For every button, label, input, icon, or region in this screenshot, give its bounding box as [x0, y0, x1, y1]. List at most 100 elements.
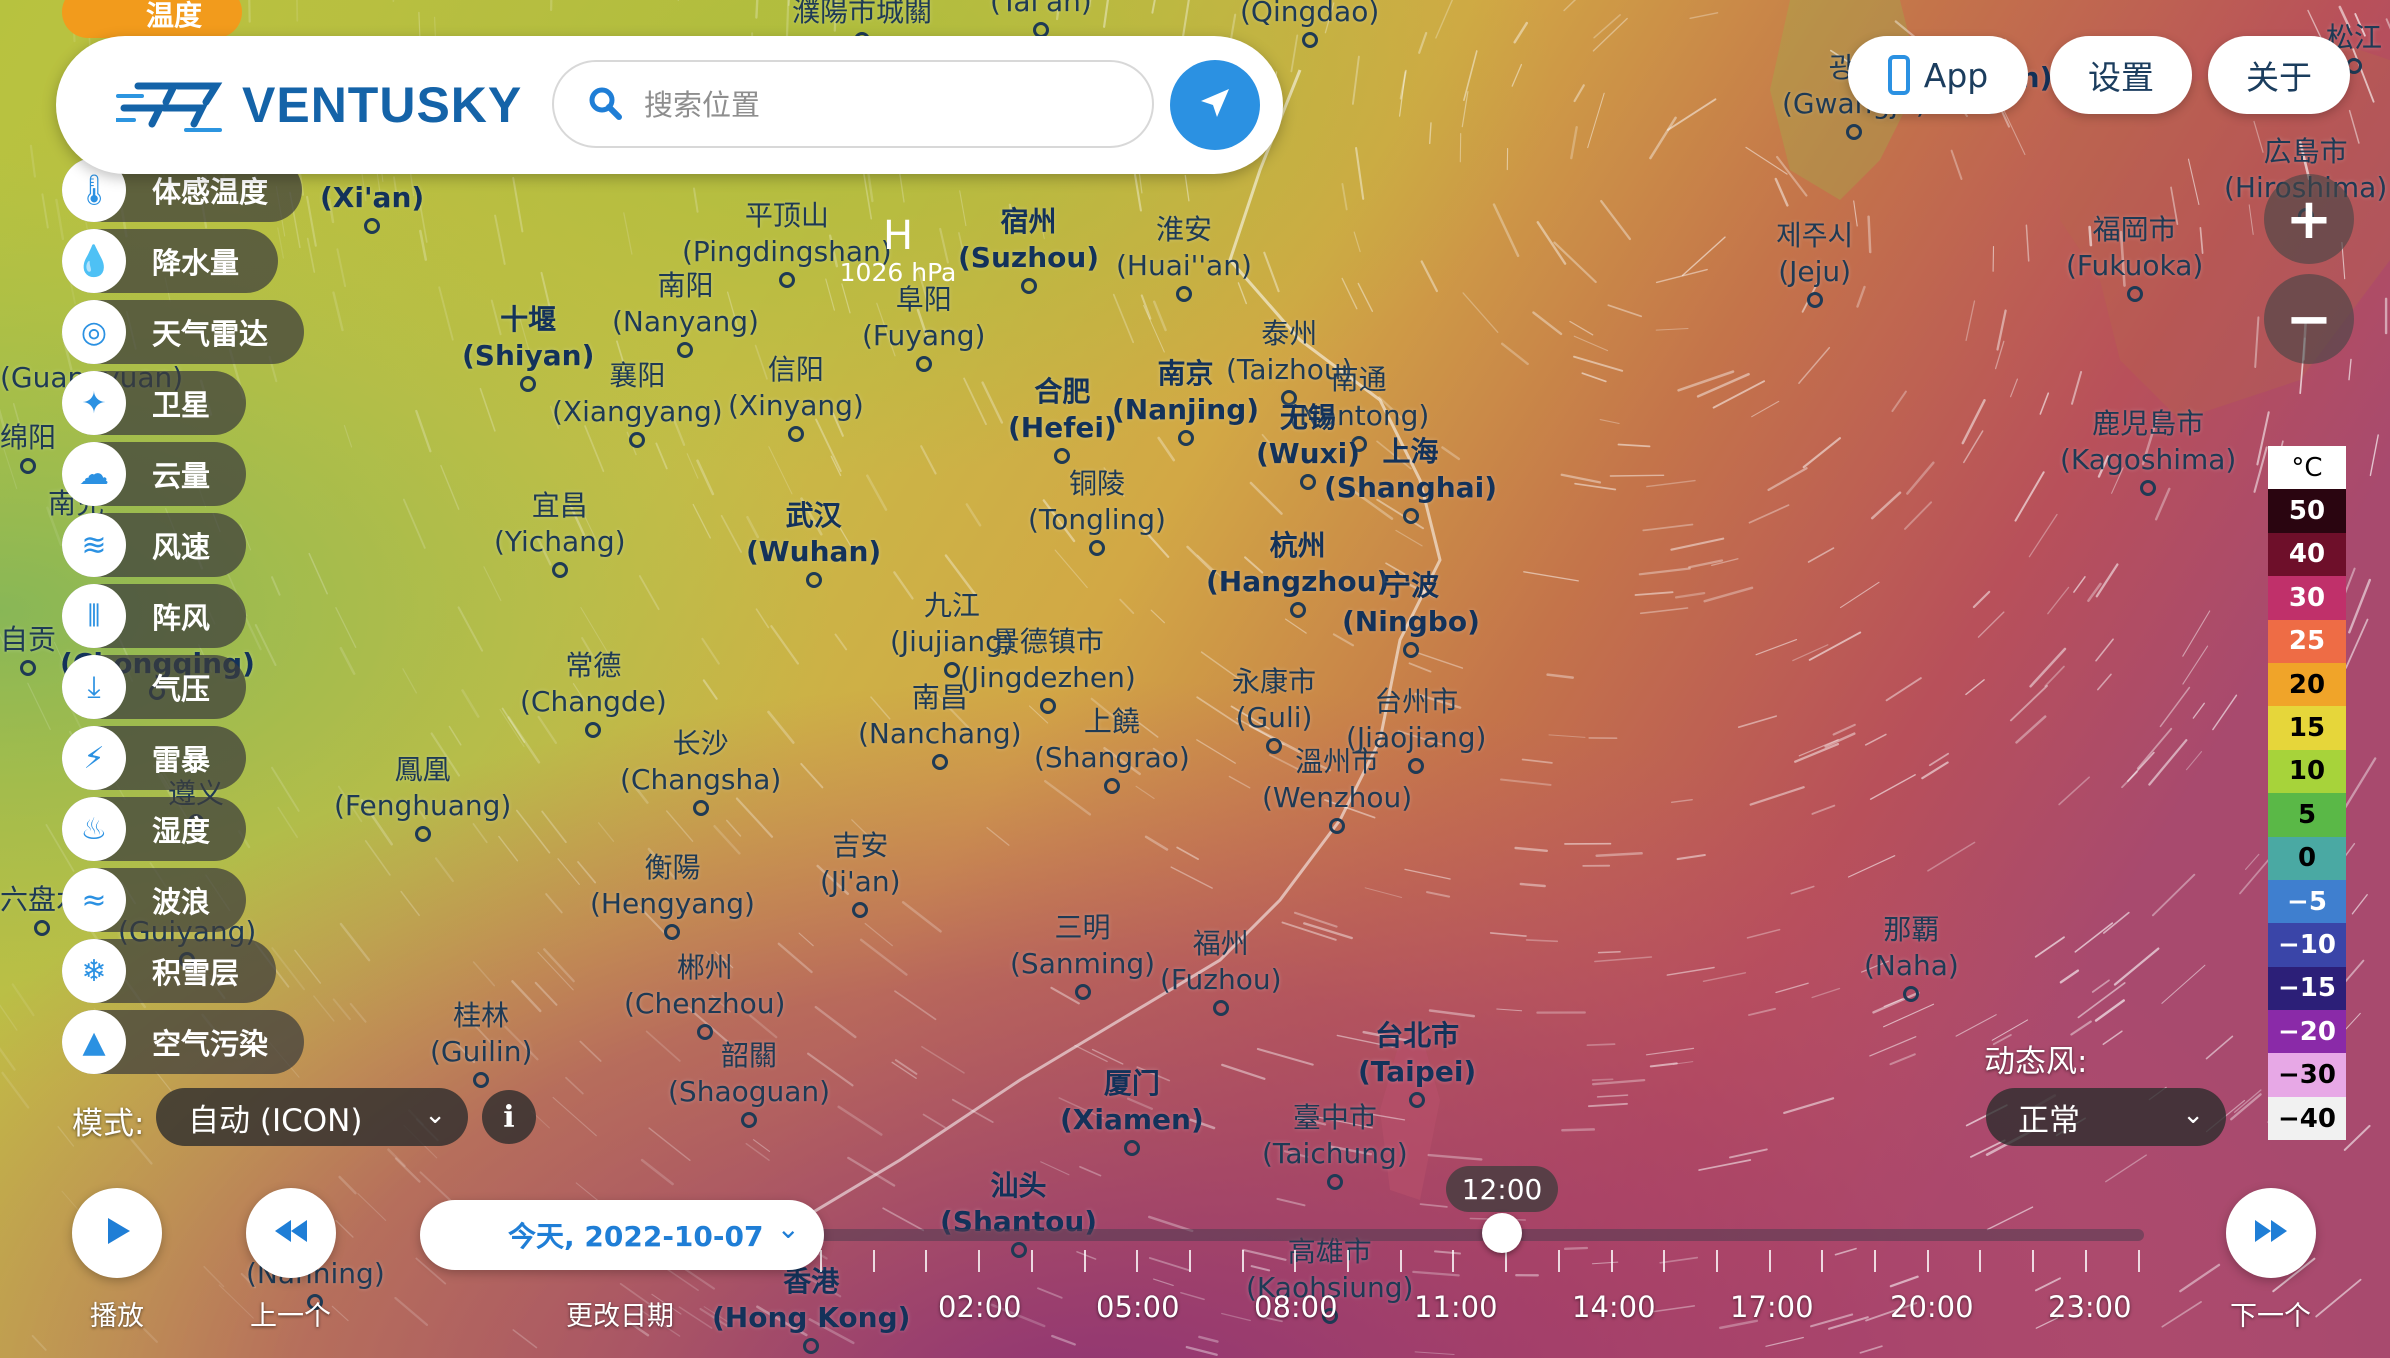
next-button[interactable] [2226, 1188, 2316, 1278]
city-name-local: 宁波 [1382, 569, 1439, 602]
layer-temperature-partial[interactable]: 温度 [62, 0, 242, 38]
search-box[interactable] [552, 60, 1154, 148]
city-label[interactable]: 鳳凰 (Fenghuang) [334, 752, 511, 842]
timeline-track[interactable] [800, 1229, 2144, 1241]
timeline-tick [1347, 1250, 1349, 1272]
city-name-local: 长沙 [672, 727, 729, 760]
search-icon [588, 86, 624, 126]
city-label[interactable]: 宿州 (Suzhou) [958, 204, 1099, 294]
snowflake-icon: ❄ [62, 939, 126, 1003]
city-marker [1175, 286, 1192, 302]
about-button[interactable]: 关于 [2208, 36, 2350, 114]
city-marker [805, 572, 822, 588]
city-label[interactable]: 台北市 (Taipei) [1358, 1018, 1476, 1108]
city-name-local: 宜昌 [531, 489, 588, 522]
city-label[interactable]: 衡陽 (Hengyang) [590, 850, 755, 940]
city-label[interactable]: 吉安 (Ji'an) [820, 828, 901, 918]
city-label[interactable]: 上饒 (Shangrao) [1034, 704, 1190, 794]
settings-button[interactable]: 设置 [2050, 36, 2192, 114]
city-label[interactable]: (Qingdao) [1240, 0, 1379, 48]
zoom-out-button[interactable]: − [2264, 274, 2354, 364]
layer-item[interactable]: ⤓ 气压 [62, 655, 246, 719]
city-label[interactable]: 桂林 (Guilin) [430, 998, 532, 1088]
city-label[interactable]: 제주시 (Jeju) [1776, 218, 1853, 308]
wind-icon: ≋ [62, 513, 126, 577]
layer-item[interactable]: 💧 降水量 [62, 229, 278, 293]
city-label[interactable]: 南阳 (Nanyang) [612, 268, 759, 358]
city-label[interactable]: 汕头 (Shantou) [940, 1168, 1097, 1258]
legend-entry: −30 [2268, 1053, 2346, 1097]
city-marker [1020, 278, 1037, 294]
logo[interactable]: VENTUSKY [116, 74, 522, 136]
timeline-tick [1716, 1250, 1718, 1272]
play-button[interactable] [72, 1188, 162, 1278]
layer-item[interactable]: ☁ 云量 [62, 442, 246, 506]
city-label[interactable]: (Xi'an) [320, 180, 424, 234]
city-label[interactable]: 南昌 (Nanchang) [858, 680, 1022, 770]
city-marker [364, 218, 381, 234]
timeline-tick [1558, 1250, 1560, 1272]
city-name-local: 福岡市 [2092, 213, 2177, 246]
city-label[interactable]: 武汉 (Wuhan) [746, 498, 881, 588]
city-label[interactable]: 自贡 [0, 622, 56, 676]
date-picker[interactable]: 今天, 2022-10-07 ⌄ [420, 1200, 824, 1270]
city-label[interactable]: 福州 (Fuzhou) [1160, 926, 1282, 1016]
city-label[interactable]: 韶關 (Shaoguan) [668, 1038, 830, 1128]
timeline-hour-label: 17:00 [1730, 1290, 1814, 1324]
city-label[interactable]: 溫州市 (Wenzhou) [1262, 744, 1412, 834]
city-marker [1329, 818, 1346, 834]
city-label[interactable]: 襄阳 (Xiangyang) [552, 358, 723, 448]
city-label[interactable]: 长沙 (Changsha) [620, 726, 781, 816]
city-label[interactable]: 厦门 (Xiamen) [1060, 1066, 1204, 1156]
city-label[interactable]: 鹿児島市 (Kagoshima) [2060, 406, 2236, 496]
city-label[interactable]: 宜昌 (Yichang) [494, 488, 626, 578]
city-label[interactable]: 三明 (Sanming) [1010, 910, 1155, 1000]
layer-item[interactable]: ≈ 波浪 [62, 868, 246, 932]
city-label[interactable]: 铜陵 (Tongling) [1028, 466, 1166, 556]
city-marker [1300, 474, 1317, 490]
city-label[interactable]: 郴州 (Chenzhou) [624, 950, 785, 1040]
layer-item[interactable]: ▲ 空气污染 [62, 1010, 304, 1074]
model-info-button[interactable]: i [482, 1090, 536, 1144]
city-label[interactable]: (Tai'an) [990, 0, 1092, 38]
app-button[interactable]: App [1848, 36, 2028, 114]
city-label[interactable]: 绵阳 [0, 420, 56, 474]
city-label[interactable]: 宁波 (Ningbo) [1342, 568, 1480, 658]
search-input[interactable] [642, 74, 1126, 136]
timeline-tick [2085, 1250, 2087, 1272]
city-name-latin: (Ji'an) [820, 865, 901, 898]
city-name-latin: (Fenghuang) [334, 789, 512, 822]
zoom-in-button[interactable]: + [2264, 174, 2354, 264]
city-label[interactable]: 香港 (Hong Kong) [712, 1264, 910, 1354]
city-label[interactable]: 永康市 (Guli) [1232, 664, 1316, 754]
city-name-local: 杭州 [1269, 529, 1326, 562]
city-name-latin: (Qingdao) [1240, 0, 1380, 28]
layer-item[interactable]: ⚡ 雷暴 [62, 726, 246, 790]
layer-item[interactable]: ✦ 卫星 [62, 371, 246, 435]
city-name-latin: (Nanchang) [858, 717, 1022, 750]
city-label[interactable]: 福岡市 (Fukuoka) [2066, 212, 2203, 302]
city-name-local: 溫州市 [1295, 745, 1380, 778]
city-name-local: 衡陽 [644, 851, 701, 884]
previous-button[interactable] [246, 1188, 336, 1278]
city-label[interactable]: 信阳 (Xinyang) [728, 352, 864, 442]
city-label[interactable]: 常德 (Changde) [520, 648, 667, 738]
timeline-handle[interactable] [1482, 1213, 1522, 1253]
city-label[interactable]: 阜阳 (Fuyang) [862, 282, 985, 372]
city-label[interactable]: 上海 (Shanghai) [1324, 434, 1497, 524]
layer-item[interactable]: ◎ 天气雷达 [62, 300, 304, 364]
city-label[interactable]: 淮安 (Huai''an) [1116, 212, 1252, 302]
city-label[interactable]: 合肥 (Hefei) [1008, 374, 1117, 464]
city-name-latin: (Wuhan) [746, 535, 882, 568]
waves-icon: ≈ [62, 868, 126, 932]
layer-item[interactable]: ⦀ 阵风 [62, 584, 246, 648]
layer-item[interactable]: ❄ 积雪层 [62, 939, 276, 1003]
layer-item[interactable]: ♨ 湿度 [62, 797, 246, 861]
dynamic-wind-select[interactable]: 正常 ⌄ [1986, 1088, 2226, 1146]
city-label[interactable]: 臺中市 (Taichung) [1262, 1100, 1408, 1190]
city-label[interactable]: 那覇 (Naha) [1864, 912, 1959, 1002]
layer-item[interactable]: ≋ 风速 [62, 513, 246, 577]
my-location-button[interactable] [1170, 60, 1260, 150]
model-select[interactable]: 自动 (ICON) ⌄ [156, 1088, 468, 1146]
layer-label: 空气污染 [152, 1027, 269, 1061]
